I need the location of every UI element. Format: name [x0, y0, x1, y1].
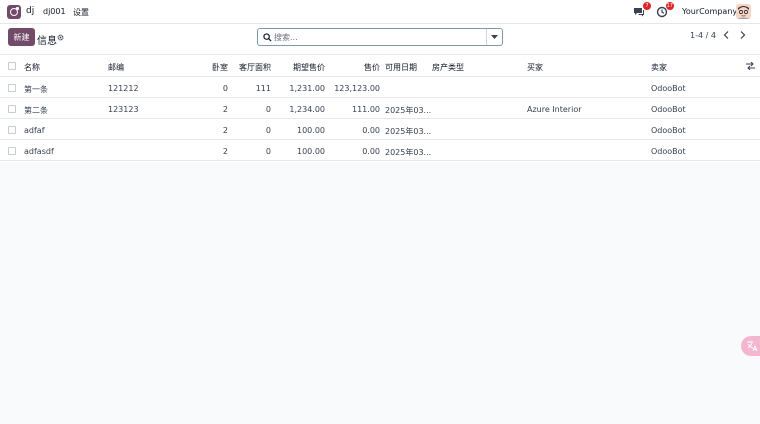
table-row[interactable]: adfaf 2 0 100.00 0.00 2025年03... OdooBot [0, 119, 760, 140]
cell-expected-price: 1,234.00 [289, 105, 325, 114]
cell-date-available: 2025年03... [385, 127, 432, 136]
row-checkbox[interactable] [8, 126, 16, 134]
row-checkbox[interactable] [8, 147, 16, 155]
cell-selling-price: 123,123.00 [334, 84, 380, 93]
col-header-living-area[interactable]: 客厅面积 [231, 62, 271, 73]
menu-settings[interactable]: 设置 [73, 7, 89, 18]
top-navbar: dj dj001 设置 7 17 YourCompany [0, 0, 760, 24]
list-view-table: 名称 邮编 卧室 客厅面积 期望售价 售价 可用日期 房产类型 买家 卖家 第一… [0, 54, 760, 162]
cell-selling-price: 111.00 [352, 105, 380, 114]
search-options-toggle[interactable] [486, 29, 502, 45]
cell-expected-price: 1,231.00 [289, 84, 325, 93]
cell-buyer: Azure Interior [527, 105, 582, 114]
table-header-row: 名称 邮编 卧室 客厅面积 期望售价 售价 可用日期 房产类型 买家 卖家 [0, 55, 760, 77]
user-avatar[interactable] [736, 4, 751, 19]
cell-bedrooms: 0 [222, 84, 228, 93]
cell-date-available: 2025年03... [385, 106, 432, 115]
breadcrumb: 信息 [37, 36, 57, 47]
cell-postcode: 121212 [108, 84, 139, 93]
chat-icon[interactable]: 7 [633, 2, 651, 18]
gear-icon[interactable] [57, 34, 64, 41]
search-icon [263, 33, 272, 42]
col-header-seller[interactable]: 卖家 [651, 62, 667, 73]
col-header-expected-price[interactable]: 期望售价 [280, 62, 325, 73]
app-menu-icon[interactable] [7, 5, 21, 19]
col-header-buyer[interactable]: 买家 [527, 62, 543, 73]
activities-badge: 17 [665, 2, 674, 10]
app-name[interactable]: dj [26, 6, 34, 16]
cell-selling-price: 0.00 [362, 126, 380, 135]
cell-selling-price: 0.00 [362, 147, 380, 156]
row-checkbox[interactable] [8, 105, 16, 113]
col-header-postcode[interactable]: 邮编 [108, 62, 124, 73]
col-header-bedrooms[interactable]: 卧室 [198, 62, 228, 73]
control-panel: 新建 信息 1-4 / 4 [0, 24, 760, 54]
chevron-left-icon [723, 31, 729, 39]
cell-seller: OdooBot [651, 147, 686, 156]
cell-seller: OdooBot [651, 84, 686, 93]
pager-next-button[interactable] [735, 28, 751, 42]
cell-name: adfaf [24, 126, 45, 135]
cell-expected-price: 100.00 [297, 126, 325, 135]
col-header-name[interactable]: 名称 [24, 62, 40, 73]
cell-living-area: 0 [265, 105, 271, 114]
floating-translate-button[interactable] [741, 336, 760, 356]
search-input[interactable] [274, 31, 484, 43]
translate-icon [747, 341, 758, 352]
cell-living-area: 0 [265, 126, 271, 135]
cell-name: 第二条 [24, 106, 48, 115]
clock-icon[interactable]: 17 [656, 2, 674, 18]
cell-name: 第一条 [24, 85, 48, 94]
col-header-property-type[interactable]: 房产类型 [432, 62, 464, 73]
cell-seller: OdooBot [651, 105, 686, 114]
cell-bedrooms: 2 [222, 126, 228, 135]
pager-previous-button[interactable] [718, 28, 734, 42]
col-header-date-available[interactable]: 可用日期 [385, 62, 417, 73]
messages-badge: 7 [643, 2, 651, 10]
cell-bedrooms: 2 [222, 105, 228, 114]
cell-seller: OdooBot [651, 126, 686, 135]
new-button[interactable]: 新建 [8, 28, 35, 46]
select-all-checkbox[interactable] [8, 62, 16, 70]
cell-postcode: 123123 [108, 105, 139, 114]
search-bar [257, 28, 503, 46]
table-row[interactable]: 第一条 121212 0 111 1,231.00 123,123.00 Odo… [0, 77, 760, 98]
cell-name: adfasdf [24, 147, 54, 156]
cell-bedrooms: 2 [222, 147, 228, 156]
cell-living-area: 111 [255, 84, 271, 93]
chevron-right-icon [740, 31, 746, 39]
pager-value[interactable]: 1-4 / 4 [690, 31, 716, 40]
col-header-selling-price[interactable]: 售价 [340, 62, 380, 73]
row-checkbox[interactable] [8, 84, 16, 92]
optional-columns-icon[interactable] [746, 62, 755, 70]
caret-down-icon [491, 34, 498, 39]
company-switcher[interactable]: YourCompany [682, 7, 737, 16]
menu-dj001[interactable]: dj001 [43, 7, 66, 16]
cell-living-area: 0 [265, 147, 271, 156]
cell-date-available: 2025年03... [385, 148, 432, 157]
table-row[interactable]: adfasdf 2 0 100.00 0.00 2025年03... OdooB… [0, 140, 760, 161]
table-row[interactable]: 第二条 123123 2 0 1,234.00 111.00 2025年03..… [0, 98, 760, 119]
cell-expected-price: 100.00 [297, 147, 325, 156]
